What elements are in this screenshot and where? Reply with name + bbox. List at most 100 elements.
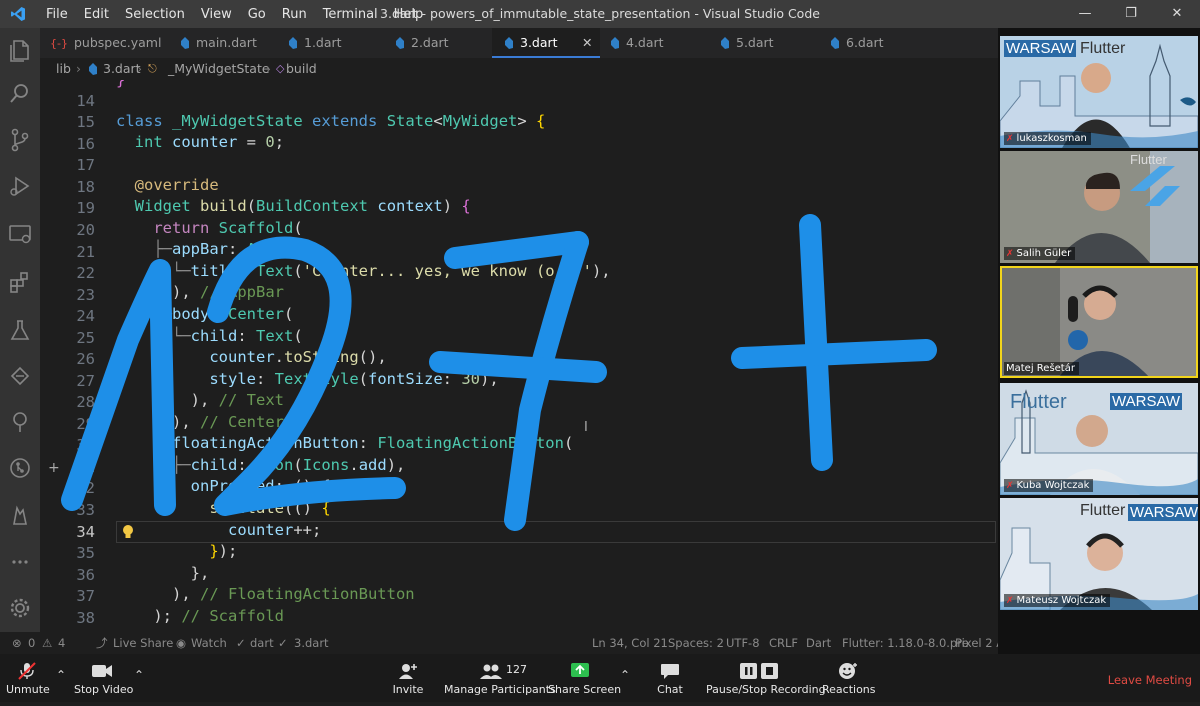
warning-count[interactable]: 4 <box>58 632 65 654</box>
breadcrumb-file[interactable]: 3.dart <box>103 58 141 80</box>
watch-status[interactable]: Watch <box>191 632 227 654</box>
encoding[interactable]: UTF-8 <box>726 632 760 654</box>
menu-edit[interactable]: Edit <box>76 7 117 22</box>
line-number: 26 <box>76 350 95 368</box>
leave-meeting-button[interactable]: Leave Meeting <box>1108 654 1192 702</box>
chevron-up-icon[interactable]: ⌃ <box>134 668 144 682</box>
tree-icon[interactable] <box>6 408 34 436</box>
more-icon[interactable] <box>6 548 34 576</box>
file-check[interactable]: 3.dart <box>294 632 329 654</box>
share-screen-icon <box>571 663 589 677</box>
run-debug-icon[interactable] <box>6 172 34 200</box>
firebase-icon[interactable] <box>6 502 34 530</box>
flutter-version[interactable]: Flutter: 1.18.0-8.0.pre <box>842 632 969 654</box>
remote-explorer-icon[interactable] <box>6 220 34 248</box>
video-panel: WARSAW Flutter ✗ lukaszkosman Flutter ✗ Sa… <box>998 28 1200 654</box>
method-icon: ◇ <box>276 62 285 75</box>
meeting-toolbar: Unmute ⌃ Stop Video ⌃ Invite 127 Manage … <box>0 654 1200 702</box>
code-line-33: setState(() { <box>209 499 331 517</box>
share-screen-button[interactable]: Share Screen <box>548 654 621 702</box>
gear-icon[interactable] <box>6 594 34 622</box>
dart-icon <box>181 37 189 49</box>
tab-6-dart[interactable]: 6.dart <box>830 28 930 58</box>
warning-icon[interactable]: ⚠ <box>42 632 52 654</box>
extensions-icon[interactable] <box>6 268 34 296</box>
smiley-icon <box>839 663 857 679</box>
participant-name: ✗ lukaszkosman <box>1004 132 1091 145</box>
language-check[interactable]: dart <box>250 632 274 654</box>
title-bar: File Edit Selection View Go Run Terminal… <box>0 0 1200 28</box>
code-line-36: }, <box>116 564 210 582</box>
tab-3-dart[interactable]: 3.dart ✕ <box>492 28 600 58</box>
participants-icon <box>480 664 502 679</box>
menu-go[interactable]: Go <box>240 7 274 22</box>
testing-flask-icon[interactable] <box>6 316 34 344</box>
reactions-button[interactable]: Reactions <box>822 654 876 702</box>
menu-file[interactable]: File <box>38 7 76 22</box>
tab-pubspec[interactable]: {-} pubspec.yaml <box>50 28 168 58</box>
line-number: 38 <box>76 609 95 627</box>
line-number: 29 <box>76 415 95 433</box>
code-line-22: │ └─title: Text('Counter... yes, we know… <box>153 262 611 280</box>
line-number: 33 <box>76 501 95 519</box>
add-breakpoint-icon[interactable]: + <box>48 460 60 476</box>
invite-button[interactable]: Invite <box>390 654 426 702</box>
breadcrumb-method[interactable]: build <box>286 58 317 80</box>
dart-icon <box>721 37 729 49</box>
menu-run[interactable]: Run <box>274 7 315 22</box>
menu-view[interactable]: View <box>193 7 240 22</box>
error-icon[interactable]: ⊗ <box>12 632 22 654</box>
code-editor[interactable]: } 14 15 16 17 18 19 20 21 22 23 24 25 26… <box>40 80 998 632</box>
code-line-27: style: TextStyle(fontSize: 30), <box>209 370 499 388</box>
tab-5-dart[interactable]: 5.dart <box>720 28 820 58</box>
source-control-icon[interactable] <box>6 126 34 154</box>
participant-tile[interactable]: Flutter WARSAW ✗ Mateusz Wojtczak <box>1000 498 1198 610</box>
participant-tile-active-speaker[interactable]: Matej Rešetár <box>1000 266 1198 378</box>
line-number: 16 <box>76 135 95 153</box>
pause-stop-recording-button[interactable]: Pause/Stop Recording <box>706 654 826 702</box>
chat-button[interactable]: Chat <box>654 654 686 702</box>
muted-microphone-icon <box>18 662 36 680</box>
line-number: 19 <box>76 199 95 217</box>
breadcrumb-lib[interactable]: lib <box>56 58 71 80</box>
participant-tile[interactable]: Flutter ✗ Salih Güler <box>1000 151 1198 263</box>
line-number: 17 <box>76 156 95 174</box>
close-icon[interactable]: ✕ <box>1154 0 1200 28</box>
chevron-up-icon[interactable]: ⌃ <box>56 668 66 682</box>
manage-participants-button[interactable]: 127 Manage Participants <box>444 654 556 702</box>
tab-close-icon[interactable]: ✕ <box>582 28 592 58</box>
code-line-23: ), // AppBar <box>116 283 284 301</box>
participant-tile[interactable]: Flutter WARSAW ✗ Kuba Wojtczak <box>1000 383 1198 495</box>
live-share-icon[interactable] <box>6 362 34 390</box>
search-icon[interactable] <box>6 80 34 108</box>
tab-1-dart[interactable]: 1.dart <box>288 28 388 58</box>
participant-tile[interactable]: WARSAW Flutter ✗ lukaszkosman <box>1000 36 1198 148</box>
tab-main-dart[interactable]: main.dart <box>180 28 290 58</box>
live-share-status[interactable]: Live Share <box>113 632 173 654</box>
breadcrumb-class[interactable]: _MyWidgetState <box>168 58 270 80</box>
chevron-up-icon[interactable]: ⌃ <box>620 668 630 682</box>
git-graph-icon[interactable] <box>6 454 34 482</box>
line-number: 21 <box>76 243 95 261</box>
code-line-13: } <box>116 80 126 89</box>
dart-icon <box>611 37 619 49</box>
error-count[interactable]: 0 <box>28 632 35 654</box>
indentation[interactable]: Spaces: 2 <box>668 632 724 654</box>
menu-selection[interactable]: Selection <box>117 7 193 22</box>
code-line-29: ), // Center <box>116 413 284 431</box>
tab-4-dart[interactable]: 4.dart <box>610 28 710 58</box>
window-controls: — ❐ ✕ <box>1062 0 1200 28</box>
tab-2-dart[interactable]: 2.dart <box>395 28 495 58</box>
explorer-icon[interactable] <box>6 36 34 64</box>
unmute-button[interactable]: Unmute <box>6 654 50 702</box>
stop-video-button[interactable]: Stop Video <box>74 654 133 702</box>
device-selector[interactable]: Pixel 2 API 29 (android-x86 emulator) <box>955 632 998 654</box>
dart-icon <box>831 37 839 49</box>
cursor-position[interactable]: Ln 34, Col 21 <box>592 632 668 654</box>
maximize-icon[interactable]: ❐ <box>1108 0 1154 28</box>
window-title: 3.dart - powers_of_immutable_state_prese… <box>380 6 820 21</box>
flutter-banner: Flutter <box>1080 40 1126 57</box>
end-of-line[interactable]: CRLF <box>769 632 798 654</box>
minimize-icon[interactable]: — <box>1062 0 1108 28</box>
language-mode[interactable]: Dart <box>806 632 831 654</box>
